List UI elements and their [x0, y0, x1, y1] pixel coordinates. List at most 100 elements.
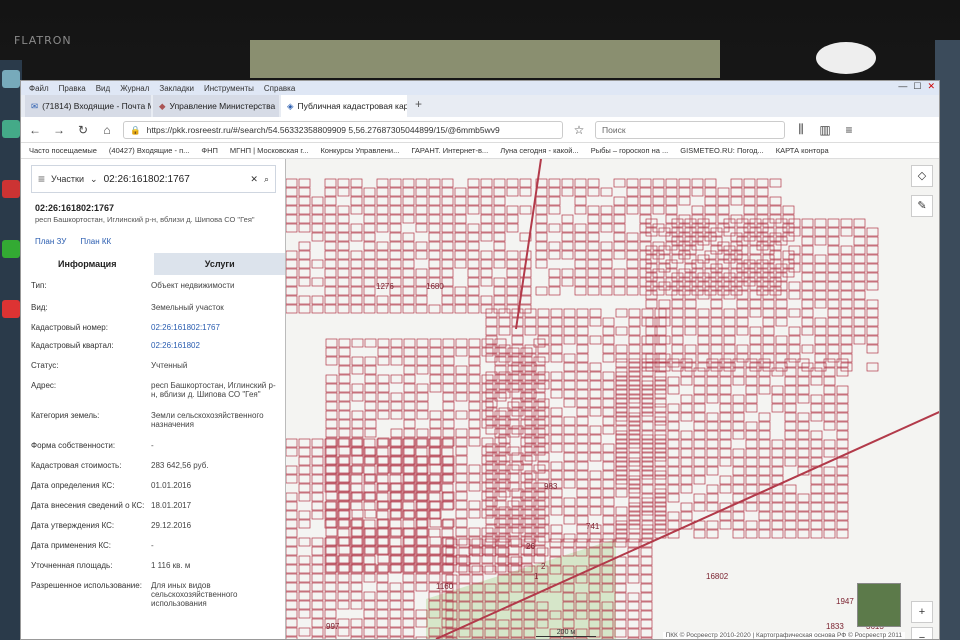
parcel[interactable]: [298, 250, 311, 260]
parcel[interactable]: [563, 497, 576, 507]
parcel[interactable]: [416, 383, 429, 393]
parcel[interactable]: [684, 353, 697, 363]
parcel[interactable]: [481, 410, 494, 420]
parcel[interactable]: [286, 465, 298, 475]
parcel[interactable]: [771, 529, 784, 539]
parcel-search-input[interactable]: 02:26:161802:1767: [104, 174, 245, 185]
parcel[interactable]: [576, 389, 589, 399]
parcel[interactable]: [626, 187, 639, 197]
parcel[interactable]: [363, 259, 376, 269]
parcel[interactable]: [467, 223, 480, 233]
parcel[interactable]: [416, 347, 429, 357]
parcel[interactable]: [615, 506, 628, 516]
parcel[interactable]: [589, 434, 602, 444]
parcel[interactable]: [286, 501, 298, 511]
parcel[interactable]: [665, 205, 678, 215]
parcel[interactable]: [628, 533, 641, 543]
parcel[interactable]: [710, 317, 723, 327]
parcel[interactable]: [613, 241, 626, 251]
parcel[interactable]: [311, 510, 324, 520]
parcel[interactable]: [485, 389, 498, 399]
parcel[interactable]: [507, 410, 520, 420]
parcel[interactable]: [600, 214, 613, 224]
parcel[interactable]: [389, 196, 402, 206]
parcel[interactable]: [481, 464, 494, 474]
parcel[interactable]: [498, 389, 511, 399]
parcel[interactable]: [415, 187, 428, 197]
parcel[interactable]: [429, 356, 442, 366]
pencil-icon[interactable]: ✎: [911, 195, 933, 217]
parcel[interactable]: [498, 524, 511, 534]
parcel[interactable]: [836, 430, 849, 440]
parcel[interactable]: [493, 232, 506, 242]
parcel[interactable]: [626, 241, 639, 251]
parcel[interactable]: [415, 573, 428, 583]
parcel[interactable]: [823, 421, 836, 431]
parcel[interactable]: [693, 403, 706, 413]
parcel[interactable]: [810, 376, 823, 386]
parcel[interactable]: [658, 299, 671, 309]
parcel[interactable]: [403, 365, 416, 375]
parcel[interactable]: [298, 277, 311, 287]
parcel[interactable]: [507, 347, 520, 357]
parcel[interactable]: [337, 582, 350, 592]
parcel[interactable]: [736, 326, 749, 336]
parcel[interactable]: [524, 317, 537, 327]
parcel[interactable]: [454, 241, 467, 251]
parcel[interactable]: [311, 609, 324, 619]
parcel[interactable]: [853, 245, 866, 255]
parcel[interactable]: [771, 511, 784, 521]
parcel[interactable]: [537, 470, 550, 480]
parcel[interactable]: [537, 353, 550, 363]
parcel[interactable]: [415, 250, 428, 260]
parcel[interactable]: [626, 259, 639, 269]
parcel[interactable]: [351, 455, 364, 465]
parcel[interactable]: [693, 376, 706, 386]
cadastral-map[interactable]: 1276168098326211680219471833361399711607…: [286, 159, 939, 639]
parcel[interactable]: [563, 362, 576, 372]
parcel[interactable]: [298, 465, 311, 475]
parcel[interactable]: [485, 326, 498, 336]
parcel[interactable]: [827, 281, 840, 291]
parcel[interactable]: [697, 317, 710, 327]
parcel[interactable]: [574, 205, 587, 215]
parcel[interactable]: [442, 356, 455, 366]
parcel[interactable]: [507, 473, 520, 483]
parcel[interactable]: [784, 520, 797, 530]
parcel[interactable]: [589, 371, 602, 381]
parcel[interactable]: [719, 430, 732, 440]
parcel[interactable]: [338, 401, 351, 411]
parcel[interactable]: [563, 470, 576, 480]
parcel[interactable]: [613, 214, 626, 224]
parcel[interactable]: [840, 344, 853, 354]
parcel[interactable]: [455, 509, 468, 519]
parcel[interactable]: [587, 268, 600, 278]
parcel[interactable]: [840, 326, 853, 336]
parcel[interactable]: [498, 416, 511, 426]
new-tab-button[interactable]: +: [409, 95, 428, 117]
parcel[interactable]: [613, 268, 626, 278]
parcel[interactable]: [589, 389, 602, 399]
parcel[interactable]: [628, 317, 641, 327]
parcel[interactable]: [836, 502, 849, 512]
parcel[interactable]: [548, 250, 561, 260]
parcel[interactable]: [286, 555, 298, 565]
parcel[interactable]: [576, 488, 589, 498]
parcel[interactable]: [311, 627, 324, 637]
parcel[interactable]: [801, 245, 814, 255]
parcel[interactable]: [602, 470, 615, 480]
parcel[interactable]: [589, 506, 602, 516]
parcel[interactable]: [377, 383, 390, 393]
parcel[interactable]: [827, 308, 840, 318]
parcel[interactable]: [732, 475, 745, 485]
parcel[interactable]: [784, 385, 797, 395]
parcel[interactable]: [455, 491, 468, 501]
parcel[interactable]: [485, 380, 498, 390]
parcel[interactable]: [827, 218, 840, 228]
bookmark-item[interactable]: Конкурсы Управлени...: [320, 146, 399, 155]
parcel[interactable]: [468, 383, 481, 393]
parcel[interactable]: [732, 403, 745, 413]
desktop-app-icon[interactable]: [2, 300, 20, 318]
parcel[interactable]: [416, 401, 429, 411]
bookmark-item[interactable]: МГНП | Московская г...: [230, 146, 309, 155]
